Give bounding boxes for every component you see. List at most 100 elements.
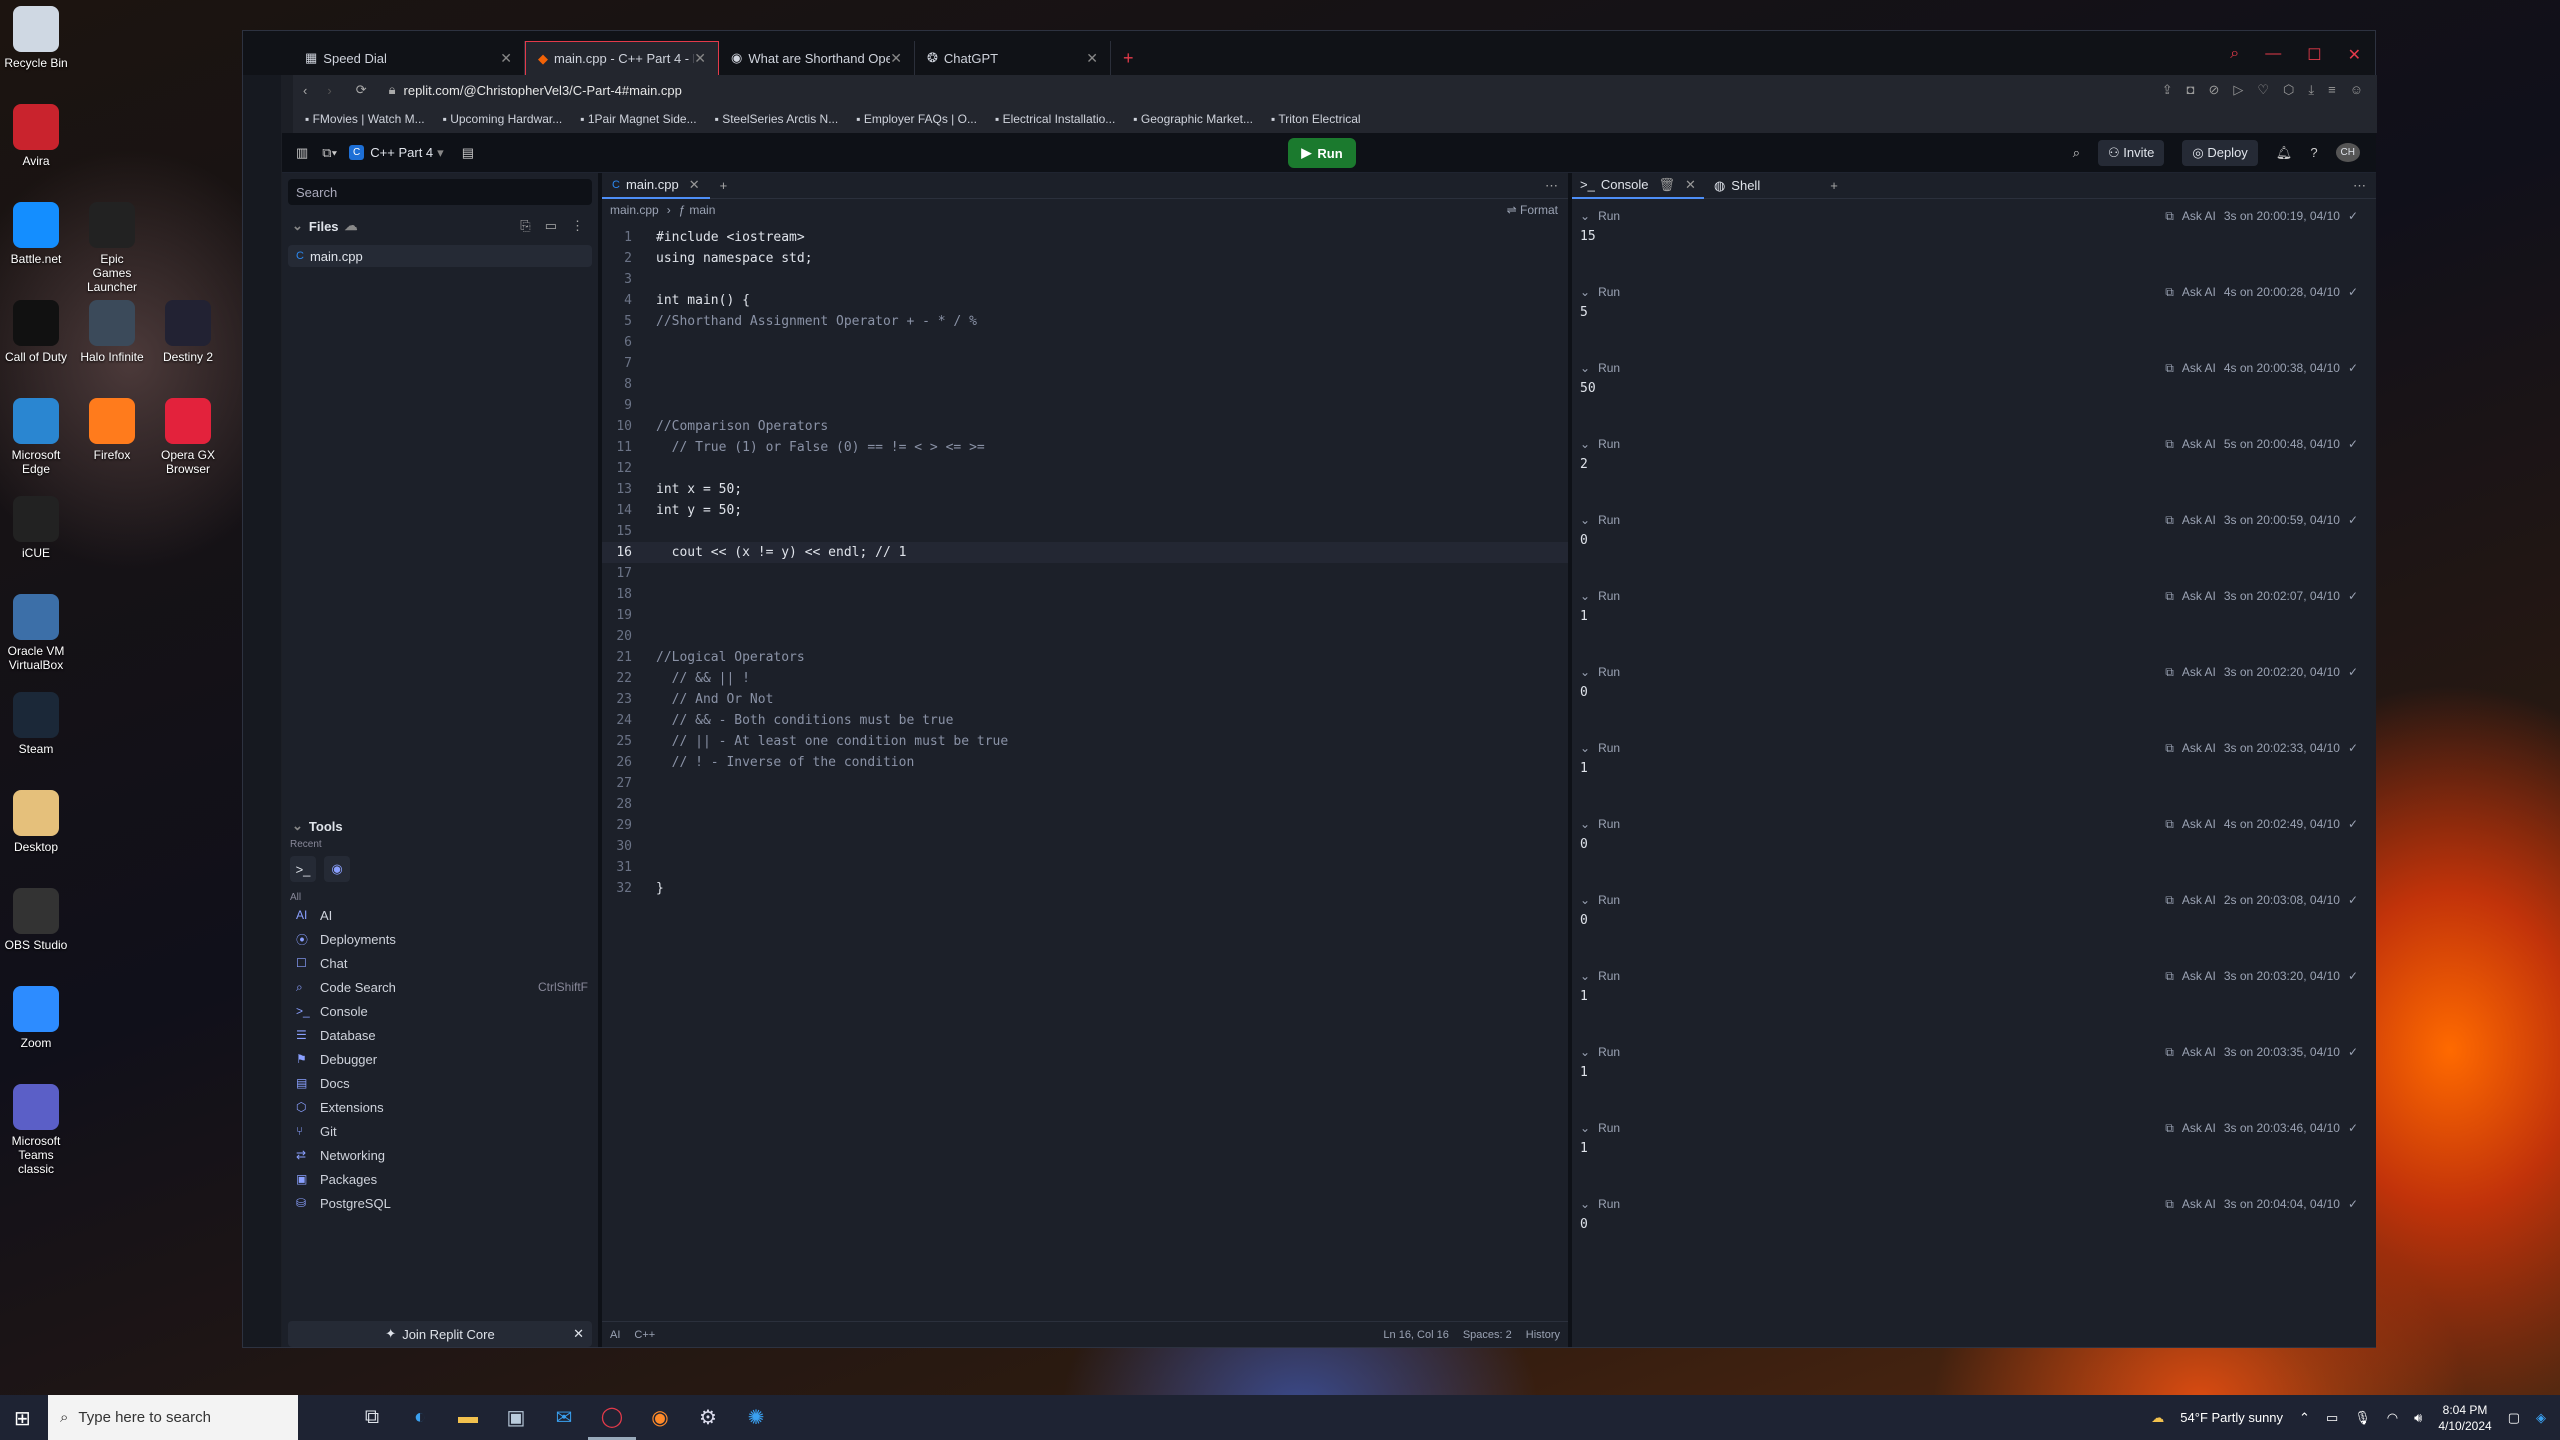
- battlenet-icon[interactable]: ✺: [732, 1395, 780, 1440]
- volume-icon[interactable]: 🔊︎: [2414, 1410, 2422, 1426]
- bookmark-item[interactable]: ▪ Upcoming Hardwar...: [443, 112, 563, 126]
- maximize-icon[interactable]: ☐: [2307, 45, 2321, 65]
- firefox-icon[interactable]: ◉: [636, 1395, 684, 1440]
- block-icon[interactable]: ⊘: [2208, 82, 2219, 98]
- chevron-down-icon[interactable]: ⌄: [292, 218, 303, 234]
- indent-setting[interactable]: Spaces: 2: [1463, 1329, 1512, 1341]
- ask-ai-button[interactable]: Ask AI: [2182, 1045, 2216, 1059]
- tool-item[interactable]: AI AI: [282, 903, 598, 927]
- chevron-down-icon[interactable]: ⌄: [1580, 817, 1590, 831]
- tool-item[interactable]: ⚑ Debugger: [282, 1047, 598, 1071]
- tab-shorthand[interactable]: ◉ What are Shorthand Opera ✕: [719, 41, 915, 75]
- new-tab-button[interactable]: +: [1111, 41, 1146, 75]
- chevron-down-icon[interactable]: ⌄: [1580, 665, 1590, 679]
- menu-icon[interactable]: ≡: [2328, 82, 2336, 98]
- code-line[interactable]: 17: [602, 563, 1568, 584]
- chevron-down-icon[interactable]: ⌄: [1580, 1121, 1590, 1135]
- share-icon[interactable]: ⇪: [2162, 82, 2173, 98]
- wifi-icon[interactable]: ◠: [2387, 1410, 2398, 1426]
- join-core-banner[interactable]: ✦ Join Replit Core ✕: [288, 1321, 592, 1347]
- bookmark-item[interactable]: ▪ SteelSeries Arctis N...: [715, 112, 839, 126]
- desktop-icon[interactable]: Steam: [4, 692, 68, 756]
- ask-ai-button[interactable]: Ask AI: [2182, 361, 2216, 375]
- format-button[interactable]: ⇌ Format: [1507, 203, 1558, 217]
- desktop-icon[interactable]: Call of Duty: [4, 300, 68, 364]
- close-window-icon[interactable]: ✕: [2348, 45, 2361, 65]
- code-line[interactable]: 7: [602, 353, 1568, 374]
- close-icon[interactable]: ✕: [500, 50, 512, 67]
- ask-ai-button[interactable]: Ask AI: [2182, 1197, 2216, 1211]
- url-field[interactable]: replit.com/@ChristopherVel3/C-Part-4#mai…: [404, 83, 682, 98]
- code-line[interactable]: 14 int y = 50;: [602, 500, 1568, 521]
- code-line[interactable]: 21 //Logical Operators: [602, 647, 1568, 668]
- tool-item[interactable]: ⑂ Git: [282, 1119, 598, 1143]
- tool-item[interactable]: >_ Console: [282, 999, 598, 1023]
- tab-shell[interactable]: ◍ Shell: [1704, 178, 1770, 194]
- close-icon[interactable]: ✕: [694, 50, 706, 67]
- code-line[interactable]: 9: [602, 395, 1568, 416]
- reload-icon[interactable]: ⟳: [356, 82, 367, 98]
- ask-ai-button[interactable]: Ask AI: [2182, 1121, 2216, 1135]
- ask-ai-button[interactable]: Ask AI: [2182, 893, 2216, 907]
- minimize-icon[interactable]: —: [2265, 45, 2281, 65]
- desktop-icon[interactable]: Microsoft Edge: [4, 398, 68, 476]
- tab-console[interactable]: >_ Console 🗑︎ ✕: [1572, 173, 1704, 199]
- ask-ai-button[interactable]: Ask AI: [2182, 665, 2216, 679]
- code-line[interactable]: 6: [602, 332, 1568, 353]
- cube-icon[interactable]: ⬡: [2283, 82, 2294, 98]
- code-line[interactable]: 20: [602, 626, 1568, 647]
- desktop-icon[interactable]: Halo Infinite: [80, 300, 144, 364]
- help-icon[interactable]: ?: [2310, 145, 2317, 160]
- file-explorer-icon[interactable]: ▬: [444, 1395, 492, 1440]
- code-line[interactable]: 29: [602, 815, 1568, 836]
- add-tab-icon[interactable]: +: [720, 178, 728, 193]
- desktop-icon[interactable]: OBS Studio: [4, 888, 68, 952]
- run-button[interactable]: ▶ Run: [1288, 138, 1356, 168]
- widgets-icon[interactable]: ◈: [2536, 1410, 2546, 1426]
- search-icon[interactable]: ⌕: [2073, 145, 2080, 161]
- language-status[interactable]: C++: [634, 1329, 655, 1341]
- more-icon[interactable]: ⋯: [1545, 178, 1558, 194]
- bookmark-item[interactable]: ▪ FMovies | Watch M...: [305, 112, 425, 126]
- tab-chatgpt[interactable]: ❂ ChatGPT ✕: [915, 41, 1111, 75]
- invite-button[interactable]: ⚇ Invite: [2098, 139, 2165, 166]
- code-line[interactable]: 4 int main() {: [602, 290, 1568, 311]
- chevron-down-icon[interactable]: ⌄: [1580, 969, 1590, 983]
- desktop-icon[interactable]: Battle.net: [4, 202, 68, 266]
- avatar[interactable]: CH: [2335, 143, 2360, 162]
- tool-item[interactable]: ☰ Database: [282, 1023, 598, 1047]
- task-view-icon[interactable]: ⧉: [348, 1395, 396, 1440]
- back-icon[interactable]: ‹: [303, 83, 307, 98]
- ask-ai-button[interactable]: Ask AI: [2182, 513, 2216, 527]
- tab-speed-dial[interactable]: ▦ Speed Dial ✕: [293, 41, 525, 75]
- new-file-icon[interactable]: ⎘: [520, 218, 530, 234]
- close-icon[interactable]: ✕: [1685, 177, 1696, 193]
- sidebar-toggle-icon[interactable]: ▥: [296, 145, 308, 161]
- code-line[interactable]: 25 // || - At least one condition must b…: [602, 731, 1568, 752]
- bookmark-item[interactable]: ▪ Electrical Installatio...: [995, 112, 1115, 126]
- desktop-icon[interactable]: Epic Games Launcher: [80, 202, 144, 294]
- more-icon[interactable]: ⋮: [571, 218, 584, 234]
- heart-icon[interactable]: ♡: [2257, 82, 2269, 98]
- deploy-button[interactable]: ◎ Deploy: [2182, 139, 2258, 166]
- chevron-down-icon[interactable]: ⌄: [1580, 513, 1590, 527]
- code-line[interactable]: 32}: [602, 878, 1568, 899]
- weather-text[interactable]: 54°F Partly sunny: [2180, 1410, 2283, 1425]
- code-line[interactable]: 11 // True (1) or False (0) == != < > <=…: [602, 437, 1568, 458]
- play-icon[interactable]: ▷: [2233, 82, 2243, 98]
- tool-item[interactable]: ▣ Packages: [282, 1167, 598, 1191]
- ai-status[interactable]: AI: [610, 1329, 620, 1341]
- code-line[interactable]: 5 //Shorthand Assignment Operator + - * /…: [602, 311, 1568, 332]
- ask-ai-button[interactable]: Ask AI: [2182, 437, 2216, 451]
- code-line[interactable]: 3: [602, 269, 1568, 290]
- code-line[interactable]: 24 // && - Both conditions must be true: [602, 710, 1568, 731]
- tool-item[interactable]: ⇄ Networking: [282, 1143, 598, 1167]
- more-icon[interactable]: ⋯: [2353, 178, 2366, 194]
- windows-start-icon[interactable]: ⊞: [14, 1406, 31, 1431]
- layout-icon[interactable]: ▤: [462, 145, 474, 161]
- code-line[interactable]: 23 // And Or Not: [602, 689, 1568, 710]
- chevron-down-icon[interactable]: ⌄: [1580, 361, 1590, 375]
- code-line[interactable]: 1 #include <iostream>: [602, 227, 1568, 248]
- desktop-icon[interactable]: Zoom: [4, 986, 68, 1050]
- search-input[interactable]: Search: [288, 179, 592, 205]
